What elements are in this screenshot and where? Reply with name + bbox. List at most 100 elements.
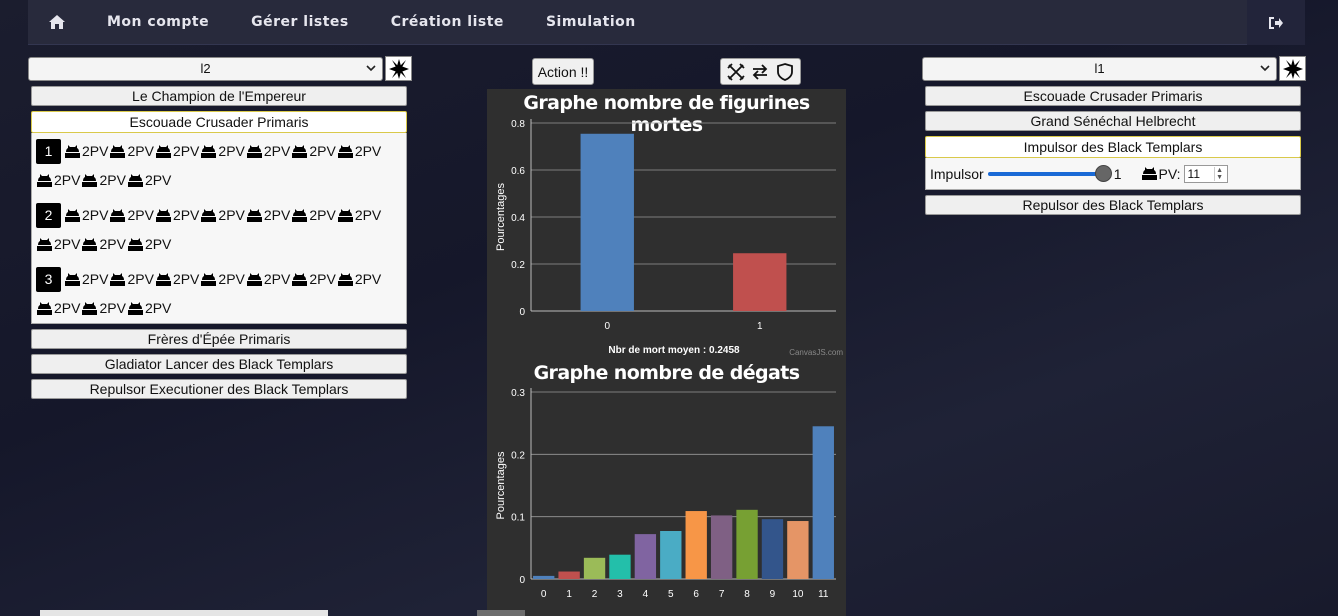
figure-icon <box>82 238 98 251</box>
home-button[interactable] <box>28 0 86 45</box>
model-pv: 2PV <box>263 271 291 287</box>
left-unit-2[interactable]: Frères d'Épée Primaris <box>31 329 407 349</box>
right-unit-3[interactable]: Repulsor des Black Templars <box>925 195 1301 215</box>
figure-icon <box>155 209 171 222</box>
model-figure[interactable]: 2PV <box>200 201 245 230</box>
model-figure[interactable]: 2PV <box>127 166 172 195</box>
model-figure[interactable]: 2PV <box>64 201 109 230</box>
x-tick-label: 1 <box>566 589 572 600</box>
model-figure[interactable]: 2PV <box>200 137 245 166</box>
y-tick-label: 0.8 <box>511 119 525 130</box>
right-unit-2[interactable]: Impulsor des Black Templars <box>925 136 1301 158</box>
swords-icon[interactable] <box>726 62 746 82</box>
templar-cross-icon <box>388 58 409 79</box>
figure-icon <box>292 209 308 222</box>
nav-gerer-listes[interactable]: Gérer listes <box>230 14 370 30</box>
right-unit-1[interactable]: Grand Sénéchal Helbrecht <box>925 111 1301 131</box>
right-unit-0[interactable]: Escouade Crusader Primaris <box>925 86 1301 106</box>
model-figure[interactable]: 2PV <box>109 265 154 294</box>
model-pv: 2PV <box>172 143 200 159</box>
model-pv: 2PV <box>82 143 109 159</box>
left-unit-3[interactable]: Gladiator Lancer des Black Templars <box>31 354 407 374</box>
model-pv: 2PV <box>54 172 81 188</box>
left-faction-button[interactable] <box>385 56 412 81</box>
impulsor-label: Impulsor <box>930 165 984 182</box>
model-figure[interactable]: 2PV <box>155 201 200 230</box>
pv-input[interactable]: 11 ▲ ▼ <box>1183 164 1228 183</box>
right-faction-button[interactable] <box>1279 56 1306 81</box>
model-figure[interactable]: 2PV <box>246 201 291 230</box>
model-figure[interactable]: 2PV <box>291 201 336 230</box>
unit-models-panel: 1 2PV 2PV 2PV 2PV 2PV 2PV 2PV 2PV 2PV 2PV 2 2PV 2PV 2P… <box>31 133 407 324</box>
model-pv: 2PV <box>127 207 154 223</box>
model-pv: 2PV <box>172 271 200 287</box>
pv-input-value: 11 <box>1187 166 1200 181</box>
model-pv: 2PV <box>99 300 126 316</box>
nav-mon-compte[interactable]: Mon compte <box>86 14 230 30</box>
model-pv: 2PV <box>218 271 245 287</box>
chart-credit: CanvasJS.com <box>789 348 843 357</box>
figure-icon <box>65 145 80 158</box>
model-pv: 2PV <box>54 300 81 316</box>
shield-icon[interactable] <box>775 62 795 82</box>
figure-icon <box>337 273 353 286</box>
nav-creation-liste[interactable]: Création liste <box>370 14 525 30</box>
model-group-2: 2 2PV 2PV 2PV 2PV 2PV 2PV 2PV 2PV 2PV 2PV <box>36 201 402 259</box>
x-tick-label: 0 <box>541 589 547 600</box>
x-tick-label: 9 <box>770 589 776 600</box>
model-figure[interactable]: 2PV <box>337 201 382 230</box>
model-figure[interactable]: 2PV <box>337 265 382 294</box>
model-figure[interactable]: 2PV <box>337 137 382 166</box>
model-figure[interactable]: 2PV <box>81 166 126 195</box>
x-tick-label: 4 <box>643 589 649 600</box>
figure-icon <box>155 273 171 286</box>
slider-knob[interactable] <box>1094 164 1112 182</box>
bar-1 <box>558 571 580 579</box>
logout-button[interactable] <box>1247 0 1305 45</box>
x-tick-label: 1 <box>757 321 763 332</box>
pv-label: PV: <box>1158 165 1181 182</box>
left-list-select-value: l2 <box>200 61 211 76</box>
y-tick-label: 0 <box>519 575 525 586</box>
y-axis-label: Pourcentages <box>495 451 507 519</box>
action-button[interactable]: Action !! <box>532 58 594 85</box>
figure-icon <box>337 209 353 222</box>
model-figure[interactable]: 2PV <box>81 230 126 259</box>
model-figure[interactable]: 2PV <box>291 265 336 294</box>
left-unit-0[interactable]: Le Champion de l'Empereur <box>31 86 407 106</box>
model-figure[interactable]: 2PV <box>155 137 200 166</box>
model-pv: 2PV <box>99 236 126 252</box>
model-figure[interactable]: 2PV <box>246 265 291 294</box>
model-figure[interactable]: 2PV <box>36 230 81 259</box>
scrollbar-thumb[interactable] <box>477 610 525 616</box>
model-figure[interactable]: 2PV <box>109 201 154 230</box>
left-unit-4[interactable]: Repulsor Executioner des Black Templars <box>31 379 407 399</box>
group-number-badge: 2 <box>36 203 61 228</box>
spinner-icon[interactable]: ▲ ▼ <box>1213 166 1225 181</box>
model-figure[interactable]: 2PV <box>127 294 172 323</box>
impulsor-slider[interactable] <box>987 164 1112 182</box>
model-figure[interactable]: 2PV <box>155 265 200 294</box>
model-figure[interactable]: 2PV <box>36 166 81 195</box>
group-number-badge: 1 <box>36 139 61 164</box>
model-figure[interactable]: 2PV <box>200 265 245 294</box>
model-figure[interactable]: 2PV <box>291 137 336 166</box>
nav-simulation[interactable]: Simulation <box>525 14 657 30</box>
model-figure[interactable]: 2PV <box>127 230 172 259</box>
model-figure[interactable]: 2PV <box>246 137 291 166</box>
bar-0 <box>533 575 555 579</box>
model-pv: 2PV <box>144 300 172 316</box>
model-pv: 2PV <box>127 143 154 159</box>
model-figure[interactable]: 2PV <box>36 294 81 323</box>
x-tick-label: 8 <box>744 589 750 600</box>
left-list-select[interactable]: l2 <box>28 56 383 81</box>
model-figure[interactable]: 2PV <box>64 137 109 166</box>
model-figure[interactable]: 2PV <box>64 265 109 294</box>
model-pv: 2PV <box>218 143 245 159</box>
model-figure[interactable]: 2PV <box>81 294 126 323</box>
right-list-select[interactable]: l1 <box>922 56 1277 81</box>
swap-icon[interactable] <box>750 62 770 82</box>
model-figure[interactable]: 2PV <box>109 137 154 166</box>
left-unit-1[interactable]: Escouade Crusader Primaris <box>31 111 407 133</box>
y-tick-label: 0 <box>519 307 525 318</box>
